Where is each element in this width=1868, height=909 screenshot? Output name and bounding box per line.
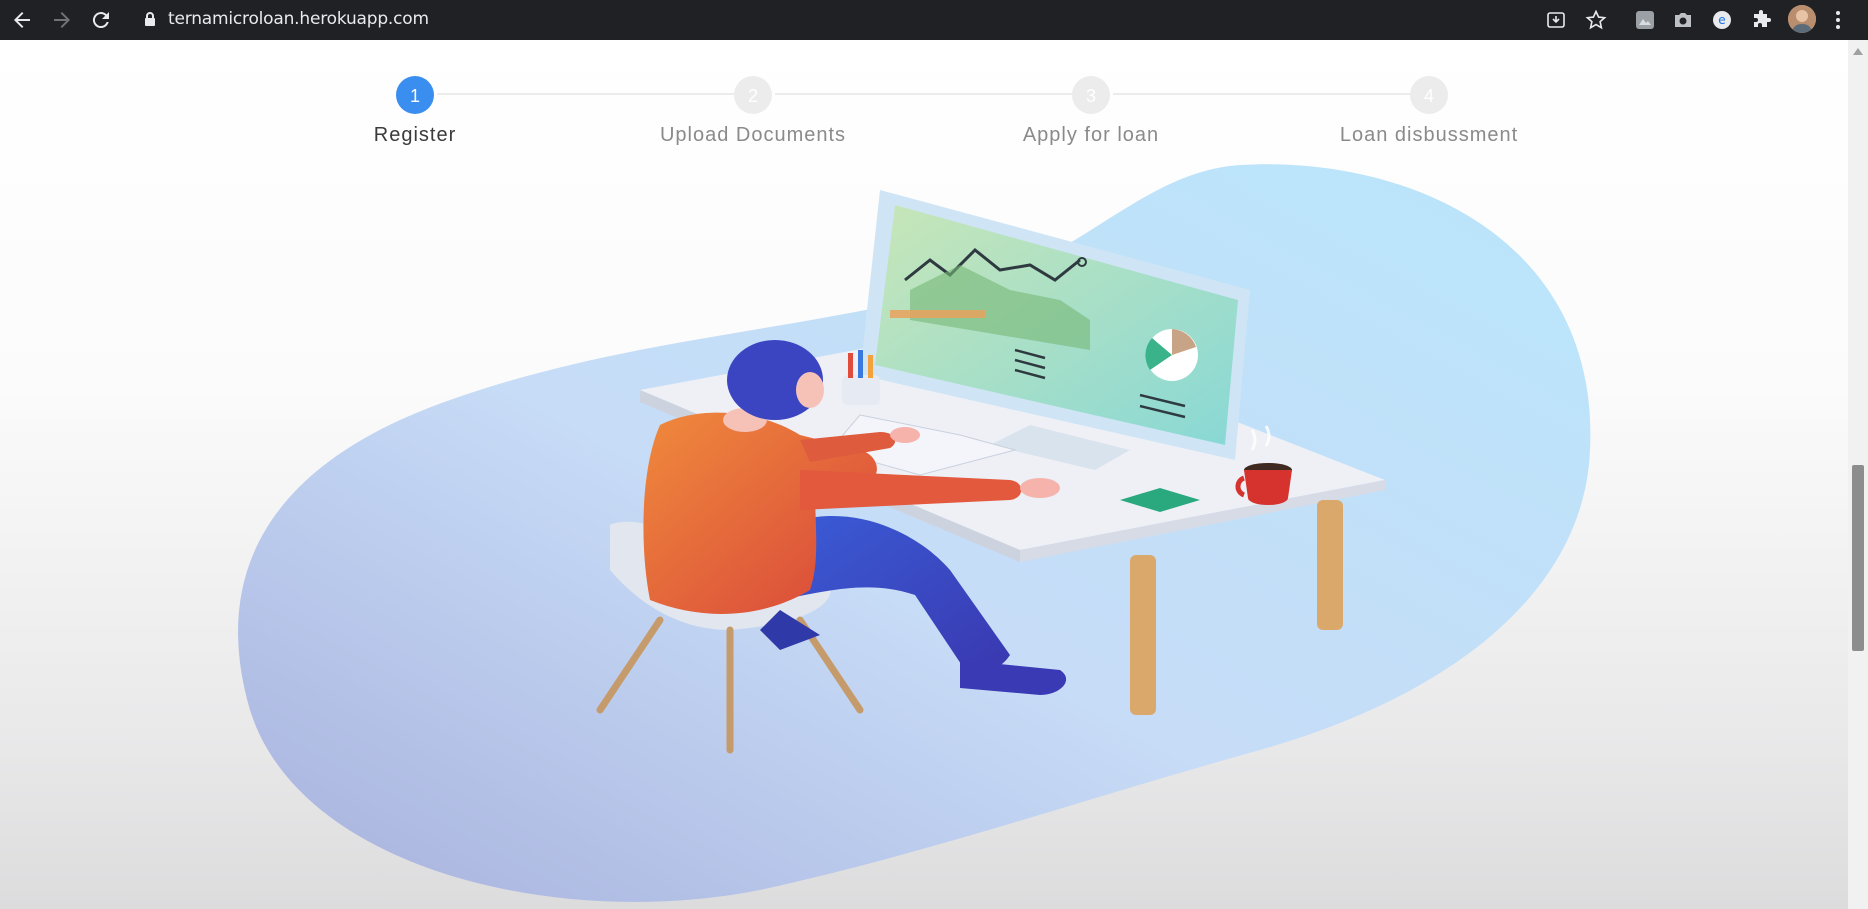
step-apply-for-loan[interactable]: 3 Apply for loan	[941, 76, 1241, 147]
step-label: Apply for loan	[1022, 124, 1160, 146]
step-label: Loan disbussment	[1339, 124, 1519, 146]
working-at-desk-illustration	[238, 164, 1591, 902]
step-number: 2	[734, 76, 772, 114]
scroll-up-icon[interactable]	[1853, 48, 1863, 55]
menu-dots-icon[interactable]	[1826, 8, 1850, 32]
pen-cup	[842, 375, 880, 405]
step-label: Upload Documents	[659, 124, 847, 146]
profile-avatar[interactable]	[1788, 5, 1816, 33]
browser-toolbar: ternamicroloan.herokuapp.com e	[0, 0, 1868, 40]
desk-leg	[1130, 555, 1156, 715]
page-scrollbar[interactable]	[1848, 40, 1868, 909]
step-number: 1	[396, 76, 434, 114]
step-label: Register	[373, 124, 457, 146]
forward-icon[interactable]	[50, 8, 74, 32]
step-number: 3	[1072, 76, 1110, 114]
install-icon[interactable]	[1544, 8, 1568, 32]
reload-icon[interactable]	[89, 8, 113, 32]
step-register[interactable]: 1 Register	[265, 76, 565, 147]
back-icon[interactable]	[10, 8, 34, 32]
camera-icon[interactable]	[1671, 8, 1695, 32]
puzzle-icon[interactable]	[1750, 8, 1774, 32]
svg-text:e: e	[1718, 13, 1725, 27]
step-loan-disbursement[interactable]: 4 Loan disbussment	[1279, 76, 1579, 147]
star-icon[interactable]	[1584, 8, 1608, 32]
extension-e-icon[interactable]: e	[1710, 8, 1734, 32]
desk-leg	[1317, 500, 1343, 630]
step-upload-documents[interactable]: 2 Upload Documents	[603, 76, 903, 147]
progress-steps: 1 Register 2 Upload Documents 3 Apply fo…	[0, 76, 1868, 156]
step-number: 4	[1410, 76, 1448, 114]
extension-image-icon[interactable]	[1633, 8, 1657, 32]
lock-icon	[143, 11, 157, 27]
scrollbar-thumb[interactable]	[1852, 465, 1864, 651]
url-text: ternamicroloan.herokuapp.com	[168, 9, 429, 29]
person-hand	[1020, 478, 1060, 498]
